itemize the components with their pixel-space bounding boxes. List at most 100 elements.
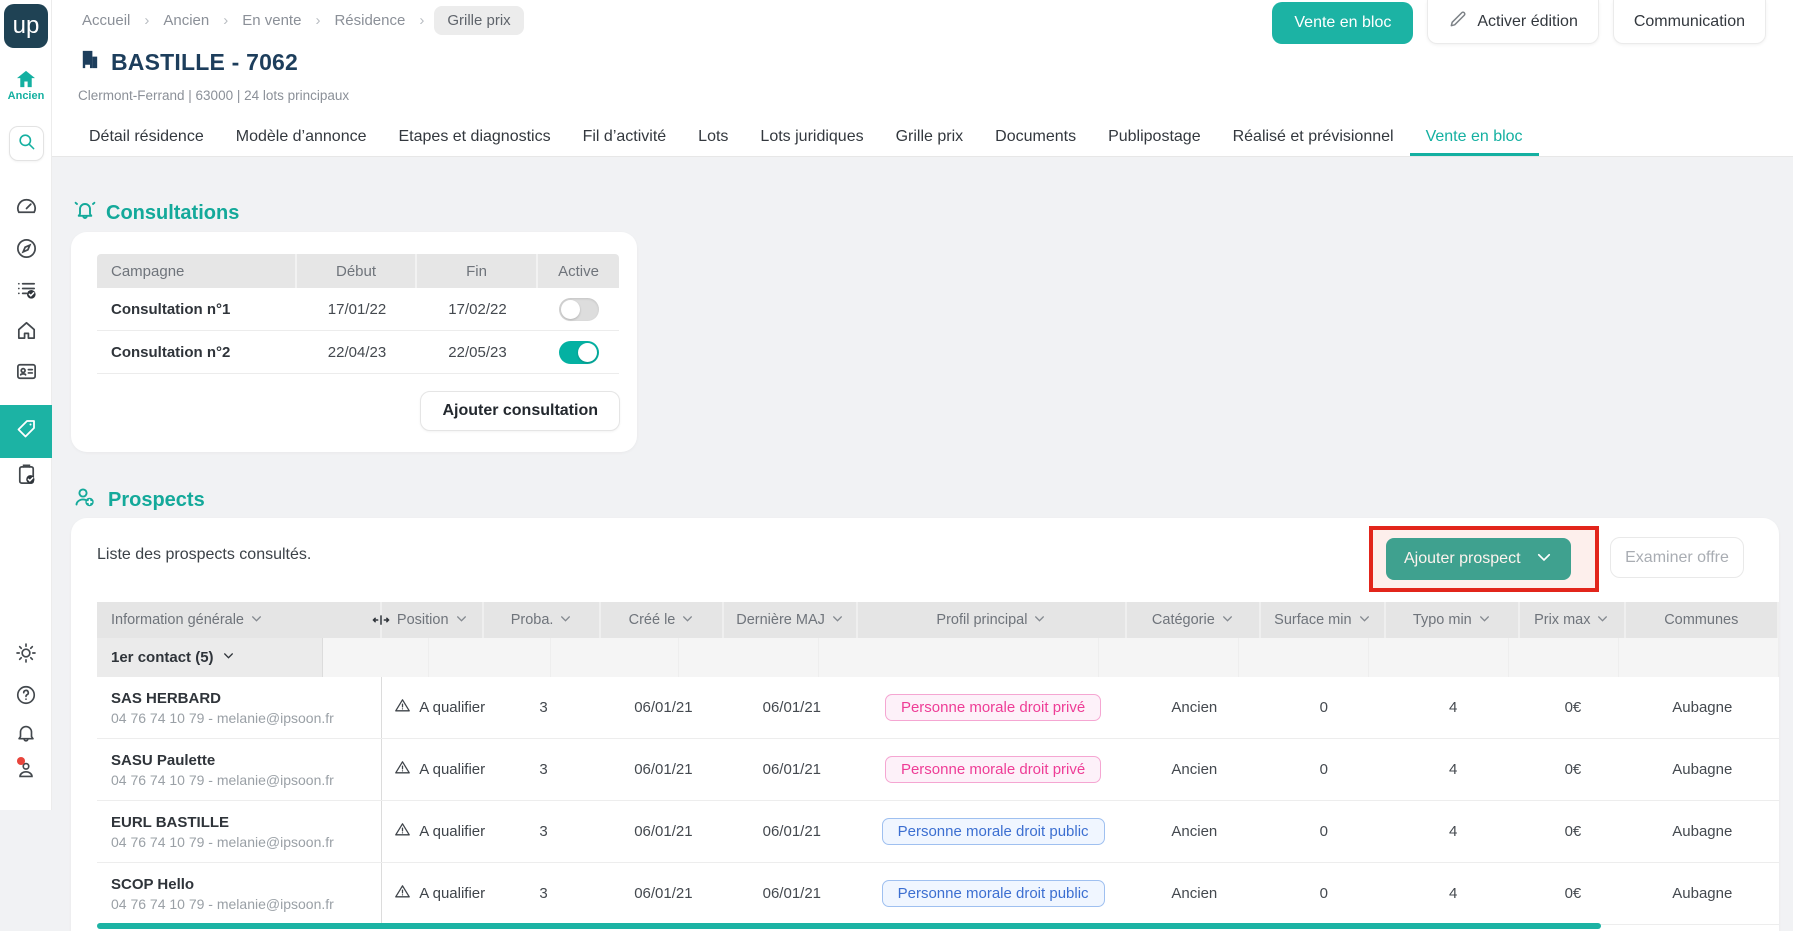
sidebar-item-contacts[interactable] [0, 360, 52, 383]
column-proba[interactable]: Proba. [484, 602, 602, 638]
ajouter-consultation-button[interactable]: Ajouter consultation [420, 391, 620, 431]
prospect-proba: 3 [539, 885, 548, 902]
prospect-company: EURL BASTILLE [111, 813, 230, 831]
column-label: Profil principal [936, 612, 1028, 628]
consultation-start: 22/04/23 [327, 343, 387, 361]
tag-icon [14, 417, 38, 446]
consultations-table: Campagne Début Fin Active Consultation n… [97, 254, 619, 374]
activer-edition-button[interactable]: Activer édition [1427, 0, 1599, 44]
group-row-1er-contact: 1er contact (5) [97, 638, 1779, 677]
prospect-typo-min: 4 [1448, 761, 1458, 778]
column-communes[interactable]: Communes [1626, 602, 1779, 638]
tab-modele-annonce[interactable]: Modèle d’annonce [220, 118, 383, 156]
chevron-right-icon: › [315, 12, 321, 29]
tab-documents[interactable]: Documents [979, 118, 1092, 156]
column-resize-handle[interactable] [371, 610, 391, 634]
prospect-surface-min: 0 [1319, 885, 1328, 902]
tab-etapes-diagnostics[interactable]: Etapes et diagnostics [383, 118, 567, 156]
sidebar-item-ancien[interactable]: Ancien [0, 70, 52, 102]
column-categorie[interactable]: Catégorie [1127, 602, 1261, 638]
consultation-row[interactable]: Consultation n°2 22/04/23 22/05/23 [97, 331, 619, 374]
column-label: Créé le [628, 612, 676, 628]
help-icon [15, 684, 37, 706]
tab-lots-juridiques[interactable]: Lots juridiques [744, 118, 879, 156]
consultations-card: Campagne Début Fin Active Consultation n… [71, 232, 637, 452]
column-surface-min[interactable]: Surface min [1261, 602, 1386, 638]
sidebar-item-profile[interactable] [0, 757, 52, 781]
breadcrumb-grille-prix[interactable]: Grille prix [434, 6, 524, 35]
chevron-down-icon [1478, 612, 1491, 629]
column-derniere-maj[interactable]: Dernière MAJ [724, 602, 859, 638]
profil-badge: Personne morale droit privé [884, 756, 1102, 783]
breadcrumb-accueil[interactable]: Accueil [78, 6, 134, 35]
prospect-updated: 06/01/21 [762, 699, 822, 716]
communication-button[interactable]: Communication [1612, 0, 1766, 44]
tab-publipostage[interactable]: Publipostage [1092, 118, 1217, 156]
prospects-heading-label: Prospects [108, 488, 205, 511]
app-logo[interactable]: up [4, 4, 48, 48]
sidebar-item-notifications[interactable] [0, 722, 52, 744]
consultation-name: Consultation n°1 [111, 300, 231, 318]
column-label: Prix max [1534, 612, 1591, 628]
column-active[interactable]: Active [538, 254, 619, 288]
prospect-communes: Aubagne [1672, 761, 1733, 778]
sidebar-item-residences[interactable] [0, 319, 52, 342]
breadcrumb-ancien[interactable]: Ancien [159, 6, 213, 35]
column-fin[interactable]: Fin [417, 254, 538, 288]
sidebar: up Ancien [0, 0, 52, 810]
column-information-generale[interactable]: Information générale [97, 602, 390, 638]
active-toggle[interactable] [558, 297, 599, 321]
compass-icon [15, 237, 38, 260]
building-icon [78, 48, 101, 76]
sidebar-item-settings[interactable] [0, 642, 52, 664]
column-typo-min[interactable]: Typo min [1386, 602, 1520, 638]
consultation-row[interactable]: Consultation n°1 17/01/22 17/02/22 [97, 288, 619, 331]
active-toggle[interactable] [558, 340, 599, 364]
column-campagne[interactable]: Campagne [97, 254, 297, 288]
column-position[interactable]: Position [382, 602, 485, 638]
prospect-prix-max: 0€ [1564, 699, 1582, 716]
tab-detail-residence[interactable]: Détail résidence [73, 118, 220, 156]
ajouter-prospect-button[interactable]: Ajouter prospect [1386, 538, 1571, 580]
prospect-updated: 06/01/21 [762, 885, 822, 902]
sidebar-item-tasks[interactable] [0, 278, 52, 301]
prospect-row[interactable]: SCOP Hello 04 76 74 10 79 - melanie@ipsoo… [97, 863, 1779, 925]
chevron-down-icon [1596, 612, 1609, 629]
column-prix-max[interactable]: Prix max [1520, 602, 1626, 638]
tab-grille-prix[interactable]: Grille prix [880, 118, 980, 156]
consultations-heading: Consultations [73, 198, 239, 228]
sidebar-item-mandates[interactable] [0, 463, 52, 486]
tab-fil-activite[interactable]: Fil d’activité [567, 118, 683, 156]
warning-icon [394, 697, 411, 718]
horizontal-scrollbar[interactable] [97, 923, 1601, 929]
column-label: Proba. [510, 612, 554, 628]
search-button[interactable] [9, 126, 44, 161]
group-toggle[interactable]: 1er contact (5) [97, 638, 323, 677]
breadcrumb: Accueil › Ancien › En vente › Résidence … [78, 6, 524, 35]
sidebar-item-explore[interactable] [0, 237, 52, 260]
column-cree-le[interactable]: Créé le [601, 602, 724, 638]
prospect-typo-min: 4 [1448, 699, 1458, 716]
prospect-prix-max: 0€ [1564, 885, 1582, 902]
ajouter-prospect-label: Ajouter prospect [1404, 550, 1521, 567]
tab-realise-previsionnel[interactable]: Réalisé et prévisionnel [1217, 118, 1410, 156]
breadcrumb-en-vente[interactable]: En vente [238, 6, 305, 35]
tab-vente-en-bloc[interactable]: Vente en bloc [1410, 118, 1539, 156]
sidebar-item-dashboard[interactable] [0, 196, 52, 219]
examiner-offre-button[interactable]: Examiner offre [1610, 537, 1744, 578]
sidebar-item-vente-active[interactable] [0, 405, 52, 458]
prospect-surface-min: 0 [1319, 823, 1328, 840]
prospect-row[interactable]: EURL BASTILLE 04 76 74 10 79 - melanie@ip… [97, 801, 1779, 863]
column-profil-principal[interactable]: Profil principal [858, 602, 1127, 638]
column-debut[interactable]: Début [297, 254, 417, 288]
prospect-row[interactable]: SASU Paulette 04 76 74 10 79 - melanie@ip… [97, 739, 1779, 801]
breadcrumb-residence[interactable]: Résidence [330, 6, 409, 35]
annotation-highlight-box: Ajouter prospect [1369, 526, 1599, 592]
clipboard-check-icon [15, 463, 38, 486]
chevron-right-icon: › [144, 12, 150, 29]
vente-en-bloc-button[interactable]: Vente en bloc [1272, 2, 1414, 44]
prospect-proba: 3 [539, 761, 548, 778]
tab-lots[interactable]: Lots [682, 118, 744, 156]
sidebar-item-help[interactable] [0, 684, 52, 706]
prospect-row[interactable]: SAS HERBARD 04 76 74 10 79 - melanie@ipso… [97, 677, 1779, 739]
